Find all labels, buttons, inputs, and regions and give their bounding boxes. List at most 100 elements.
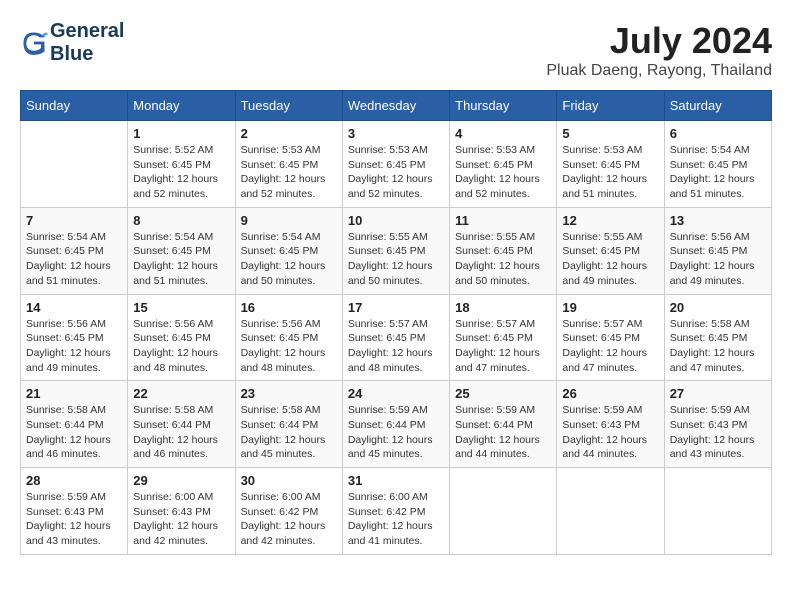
day-of-week-header: Friday <box>557 91 664 121</box>
day-number: 29 <box>133 473 229 488</box>
day-number: 1 <box>133 126 229 141</box>
day-number: 27 <box>670 386 766 401</box>
calendar-cell: 27 Sunrise: 5:59 AM Sunset: 6:43 PM Dayli… <box>664 381 771 468</box>
day-number: 24 <box>348 386 444 401</box>
calendar-cell: 23 Sunrise: 5:58 AM Sunset: 6:44 PM Dayli… <box>235 381 342 468</box>
calendar-cell: 6Sunrise: 5:54 AM Sunset: 6:45 PM Daylig… <box>664 121 771 208</box>
calendar-cell: 25 Sunrise: 5:59 AM Sunset: 6:44 PM Dayli… <box>450 381 557 468</box>
day-info: Sunrise: 6:00 AM Sunset: 6:42 PM Dayligh… <box>348 490 444 549</box>
day-number: 23 <box>241 386 337 401</box>
calendar-cell: 14 Sunrise: 5:56 AM Sunset: 6:45 PM Dayli… <box>21 294 128 381</box>
calendar-cell: 24 Sunrise: 5:59 AM Sunset: 6:44 PM Dayli… <box>342 381 449 468</box>
calendar-cell: 26Sunrise: 5:59 AM Sunset: 6:43 PM Dayli… <box>557 381 664 468</box>
day-number: 10 <box>348 213 444 228</box>
day-number: 18 <box>455 300 551 315</box>
day-number: 2 <box>241 126 337 141</box>
day-number: 12 <box>562 213 658 228</box>
day-info: Sunrise: 5:54 AM Sunset: 6:45 PM Dayligh… <box>133 230 229 289</box>
day-info: Sunrise: 5:57 AM Sunset: 6:45 PM Dayligh… <box>348 317 444 376</box>
page-header: General Blue July 2024 Pluak Daeng, Rayo… <box>20 20 772 80</box>
calendar-week-row: 1 Sunrise: 5:52 AM Sunset: 6:45 PM Daylig… <box>21 121 772 208</box>
day-of-week-header: Thursday <box>450 91 557 121</box>
calendar-cell: 22 Sunrise: 5:58 AM Sunset: 6:44 PM Dayli… <box>128 381 235 468</box>
day-info: Sunrise: 5:56 AM Sunset: 6:45 PM Dayligh… <box>26 317 122 376</box>
day-number: 21 <box>26 386 122 401</box>
day-info: Sunrise: 5:59 AM Sunset: 6:44 PM Dayligh… <box>455 403 551 462</box>
day-number: 28 <box>26 473 122 488</box>
calendar-cell: 20Sunrise: 5:58 AM Sunset: 6:45 PM Dayli… <box>664 294 771 381</box>
calendar-cell: 10 Sunrise: 5:55 AM Sunset: 6:45 PM Dayli… <box>342 207 449 294</box>
day-number: 15 <box>133 300 229 315</box>
day-info: Sunrise: 5:56 AM Sunset: 6:45 PM Dayligh… <box>670 230 766 289</box>
day-info: Sunrise: 5:56 AM Sunset: 6:45 PM Dayligh… <box>241 317 337 376</box>
calendar-week-row: 7Sunrise: 5:54 AM Sunset: 6:45 PM Daylig… <box>21 207 772 294</box>
day-of-week-header: Saturday <box>664 91 771 121</box>
calendar-cell: 13 Sunrise: 5:56 AM Sunset: 6:45 PM Dayli… <box>664 207 771 294</box>
day-number: 22 <box>133 386 229 401</box>
day-info: Sunrise: 5:53 AM Sunset: 6:45 PM Dayligh… <box>562 143 658 202</box>
calendar-cell: 8Sunrise: 5:54 AM Sunset: 6:45 PM Daylig… <box>128 207 235 294</box>
calendar-cell: 9Sunrise: 5:54 AM Sunset: 6:45 PM Daylig… <box>235 207 342 294</box>
calendar-week-row: 21 Sunrise: 5:58 AM Sunset: 6:44 PM Dayli… <box>21 381 772 468</box>
calendar-cell: 16 Sunrise: 5:56 AM Sunset: 6:45 PM Dayli… <box>235 294 342 381</box>
calendar-cell: 31 Sunrise: 6:00 AM Sunset: 6:42 PM Dayli… <box>342 468 449 555</box>
calendar-cell <box>450 468 557 555</box>
month-year-title: July 2024 <box>546 20 772 62</box>
day-info: Sunrise: 5:54 AM Sunset: 6:45 PM Dayligh… <box>241 230 337 289</box>
day-info: Sunrise: 5:53 AM Sunset: 6:45 PM Dayligh… <box>241 143 337 202</box>
day-info: Sunrise: 5:59 AM Sunset: 6:44 PM Dayligh… <box>348 403 444 462</box>
calendar-cell: 12Sunrise: 5:55 AM Sunset: 6:45 PM Dayli… <box>557 207 664 294</box>
day-info: Sunrise: 5:59 AM Sunset: 6:43 PM Dayligh… <box>26 490 122 549</box>
day-number: 5 <box>562 126 658 141</box>
day-number: 16 <box>241 300 337 315</box>
day-info: Sunrise: 5:57 AM Sunset: 6:45 PM Dayligh… <box>455 317 551 376</box>
day-number: 13 <box>670 213 766 228</box>
day-of-week-header: Tuesday <box>235 91 342 121</box>
calendar-cell: 28 Sunrise: 5:59 AM Sunset: 6:43 PM Dayli… <box>21 468 128 555</box>
day-info: Sunrise: 5:55 AM Sunset: 6:45 PM Dayligh… <box>455 230 551 289</box>
calendar-cell: 15 Sunrise: 5:56 AM Sunset: 6:45 PM Dayli… <box>128 294 235 381</box>
day-info: Sunrise: 5:58 AM Sunset: 6:44 PM Dayligh… <box>133 403 229 462</box>
title-block: July 2024 Pluak Daeng, Rayong, Thailand <box>546 20 772 80</box>
day-info: Sunrise: 5:55 AM Sunset: 6:45 PM Dayligh… <box>348 230 444 289</box>
calendar-cell: 5 Sunrise: 5:53 AM Sunset: 6:45 PM Daylig… <box>557 121 664 208</box>
day-info: Sunrise: 5:57 AM Sunset: 6:45 PM Dayligh… <box>562 317 658 376</box>
calendar-cell: 17 Sunrise: 5:57 AM Sunset: 6:45 PM Dayli… <box>342 294 449 381</box>
calendar-cell: 2 Sunrise: 5:53 AM Sunset: 6:45 PM Daylig… <box>235 121 342 208</box>
day-number: 19 <box>562 300 658 315</box>
calendar-cell: 7Sunrise: 5:54 AM Sunset: 6:45 PM Daylig… <box>21 207 128 294</box>
calendar-cell: 11Sunrise: 5:55 AM Sunset: 6:45 PM Dayli… <box>450 207 557 294</box>
calendar-table: SundayMondayTuesdayWednesdayThursdayFrid… <box>20 90 772 555</box>
calendar-cell <box>557 468 664 555</box>
calendar-cell: 21 Sunrise: 5:58 AM Sunset: 6:44 PM Dayli… <box>21 381 128 468</box>
calendar-cell: 1 Sunrise: 5:52 AM Sunset: 6:45 PM Daylig… <box>128 121 235 208</box>
day-info: Sunrise: 5:52 AM Sunset: 6:45 PM Dayligh… <box>133 143 229 202</box>
day-number: 31 <box>348 473 444 488</box>
day-number: 25 <box>455 386 551 401</box>
logo-text: General Blue <box>50 20 124 66</box>
day-number: 17 <box>348 300 444 315</box>
calendar-cell: 3Sunrise: 5:53 AM Sunset: 6:45 PM Daylig… <box>342 121 449 208</box>
logo-icon <box>20 29 48 57</box>
calendar-week-row: 28 Sunrise: 5:59 AM Sunset: 6:43 PM Dayli… <box>21 468 772 555</box>
day-info: Sunrise: 5:56 AM Sunset: 6:45 PM Dayligh… <box>133 317 229 376</box>
calendar-cell: 30Sunrise: 6:00 AM Sunset: 6:42 PM Dayli… <box>235 468 342 555</box>
day-info: Sunrise: 5:53 AM Sunset: 6:45 PM Dayligh… <box>455 143 551 202</box>
calendar-cell: 18 Sunrise: 5:57 AM Sunset: 6:45 PM Dayli… <box>450 294 557 381</box>
day-info: Sunrise: 5:59 AM Sunset: 6:43 PM Dayligh… <box>670 403 766 462</box>
calendar-cell <box>664 468 771 555</box>
day-number: 14 <box>26 300 122 315</box>
day-info: Sunrise: 6:00 AM Sunset: 6:42 PM Dayligh… <box>241 490 337 549</box>
day-info: Sunrise: 5:58 AM Sunset: 6:44 PM Dayligh… <box>26 403 122 462</box>
day-info: Sunrise: 5:58 AM Sunset: 6:44 PM Dayligh… <box>241 403 337 462</box>
day-of-week-header: Wednesday <box>342 91 449 121</box>
calendar-week-row: 14 Sunrise: 5:56 AM Sunset: 6:45 PM Dayli… <box>21 294 772 381</box>
day-of-week-header: Sunday <box>21 91 128 121</box>
day-info: Sunrise: 5:53 AM Sunset: 6:45 PM Dayligh… <box>348 143 444 202</box>
location-subtitle: Pluak Daeng, Rayong, Thailand <box>546 62 772 80</box>
day-info: Sunrise: 6:00 AM Sunset: 6:43 PM Dayligh… <box>133 490 229 549</box>
calendar-cell: 19 Sunrise: 5:57 AM Sunset: 6:45 PM Dayli… <box>557 294 664 381</box>
calendar-cell: 29 Sunrise: 6:00 AM Sunset: 6:43 PM Dayli… <box>128 468 235 555</box>
calendar-cell <box>21 121 128 208</box>
calendar-cell: 4Sunrise: 5:53 AM Sunset: 6:45 PM Daylig… <box>450 121 557 208</box>
